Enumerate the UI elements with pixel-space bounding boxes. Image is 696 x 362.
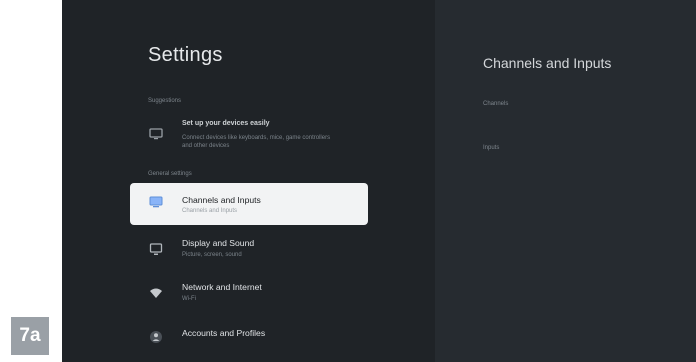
menu-item-subtitle: Wi-Fi: [182, 296, 196, 302]
menu-item-label: Accounts and Profiles: [182, 328, 266, 338]
section-label-suggestions: Suggestions: [148, 98, 182, 104]
section-label-general: General settings: [148, 171, 192, 177]
tv-settings-screen: Settings Suggestions Set up your devices…: [62, 0, 696, 362]
menu-item-label: Network and Internet: [182, 282, 262, 292]
account-icon: [148, 329, 164, 345]
settings-list-pane: Settings Suggestions Set up your devices…: [62, 0, 435, 362]
wifi-icon: [148, 285, 164, 301]
menu-item-setup-devices[interactable]: Set up your devices easily Connect devic…: [130, 115, 368, 157]
menu-item-label: Channels and Inputs: [182, 195, 261, 205]
page-title: Settings: [148, 44, 223, 66]
detail-item-inputs[interactable]: Inputs: [483, 145, 499, 151]
menu-item-subtitle: Channels and Inputs: [182, 208, 238, 214]
menu-item-label: Display and Sound: [182, 238, 255, 248]
detail-item-channels[interactable]: Channels: [483, 101, 508, 107]
menu-item-channels-inputs[interactable]: Channels and Inputs Channels and Inputs: [130, 183, 368, 225]
menu-item-subtitle: Picture, screen, sound: [182, 252, 242, 258]
detail-title: Channels and Inputs: [483, 55, 612, 71]
tv-input-icon: [148, 194, 164, 210]
display-sound-icon: [148, 241, 164, 257]
menu-item-label: Set up your devices easily: [182, 120, 270, 127]
figure-label-badge: 7a: [11, 317, 49, 355]
menu-item-subtitle: Connect devices like keyboards, mice, ga…: [182, 135, 331, 149]
menu-item-display-sound[interactable]: Display and Sound Picture, screen, sound: [130, 230, 368, 270]
tv-remote-icon: [148, 126, 164, 142]
menu-item-network-internet[interactable]: Network and Internet Wi-Fi: [130, 274, 368, 314]
menu-item-accounts-profiles[interactable]: Accounts and Profiles: [130, 318, 368, 358]
detail-pane: Channels and Inputs Channels Inputs: [435, 0, 696, 362]
